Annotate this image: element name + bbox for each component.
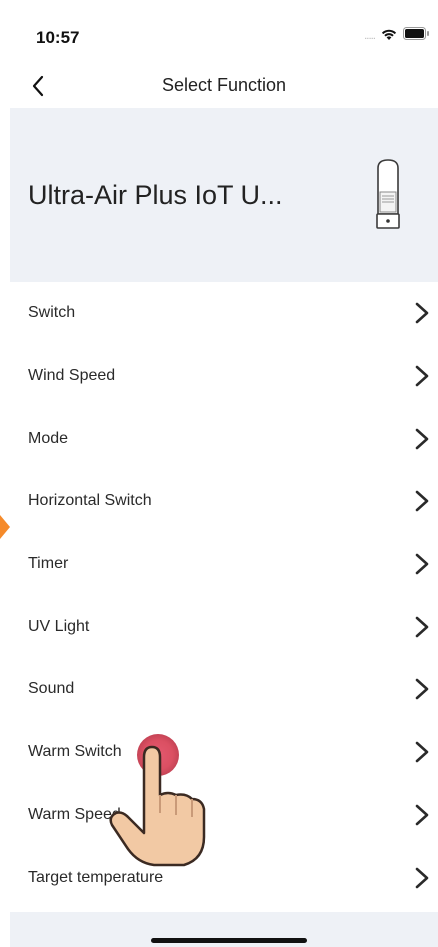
device-header: Ultra-Air Plus IoT U... bbox=[10, 108, 438, 282]
function-item-label: Warm Switch bbox=[28, 743, 122, 761]
function-item-horizontal-switch[interactable]: Horizontal Switch bbox=[10, 470, 438, 533]
chevron-right-icon bbox=[415, 553, 429, 575]
phone-screen: 10:57 ..... Select Function Ultra-Air Pl… bbox=[10, 10, 438, 947]
function-item-switch[interactable]: Switch bbox=[10, 282, 438, 345]
function-item-label: Wind Speed bbox=[28, 367, 116, 385]
bottom-bar bbox=[10, 912, 438, 947]
chevron-right-icon bbox=[415, 616, 429, 638]
function-item-warm-speed[interactable]: Warm Speed bbox=[10, 783, 438, 847]
device-name: Ultra-Air Plus IoT U... bbox=[28, 180, 283, 210]
page-title: Select Function bbox=[161, 75, 287, 95]
chevron-right-icon bbox=[415, 679, 429, 700]
function-list: Switch Wind Speed Mode Horizontal Switch Tim… bbox=[10, 282, 438, 909]
function-item-label: Mode bbox=[28, 429, 69, 447]
function-item-timer[interactable]: Timer bbox=[10, 532, 438, 596]
function-item-label: Switch bbox=[28, 304, 76, 322]
function-item-label: Sound bbox=[28, 680, 75, 698]
chevron-right-icon bbox=[415, 804, 429, 826]
function-item-mode[interactable]: Mode bbox=[10, 407, 438, 471]
function-item-label: Timer bbox=[28, 555, 69, 573]
battery-icon bbox=[403, 27, 430, 45]
function-item-uv-light[interactable]: UV Light bbox=[10, 595, 438, 659]
signal-icon: ..... bbox=[364, 30, 376, 42]
chevron-right-icon bbox=[415, 491, 429, 512]
air-purifier-icon bbox=[376, 159, 400, 229]
function-item-sound[interactable]: Sound bbox=[10, 658, 438, 721]
home-indicator[interactable] bbox=[151, 938, 307, 943]
status-time: 10:57 bbox=[36, 28, 80, 47]
tutorial-arrow-marker bbox=[0, 515, 10, 539]
status-icons: ..... bbox=[364, 26, 430, 46]
chevron-right-icon bbox=[415, 365, 429, 387]
chevron-right-icon bbox=[415, 428, 429, 450]
chevron-right-icon bbox=[415, 741, 429, 763]
function-item-warm-switch[interactable]: Warm Switch bbox=[10, 720, 438, 784]
function-item-label: Warm Speed bbox=[28, 805, 121, 823]
chevron-right-icon bbox=[415, 867, 429, 888]
chevron-right-icon bbox=[415, 303, 429, 324]
wifi-icon bbox=[380, 27, 398, 46]
status-bar: 10:57 ..... bbox=[10, 10, 438, 64]
function-item-label: UV Light bbox=[28, 617, 90, 635]
navigation-bar: Select Function bbox=[10, 64, 438, 108]
function-item-target-temperature[interactable]: Target temperature bbox=[10, 846, 438, 909]
function-item-label: Target temperature bbox=[28, 868, 164, 886]
function-item-label: Horizontal Switch bbox=[28, 492, 152, 510]
function-item-wind-speed[interactable]: Wind Speed bbox=[10, 344, 438, 408]
